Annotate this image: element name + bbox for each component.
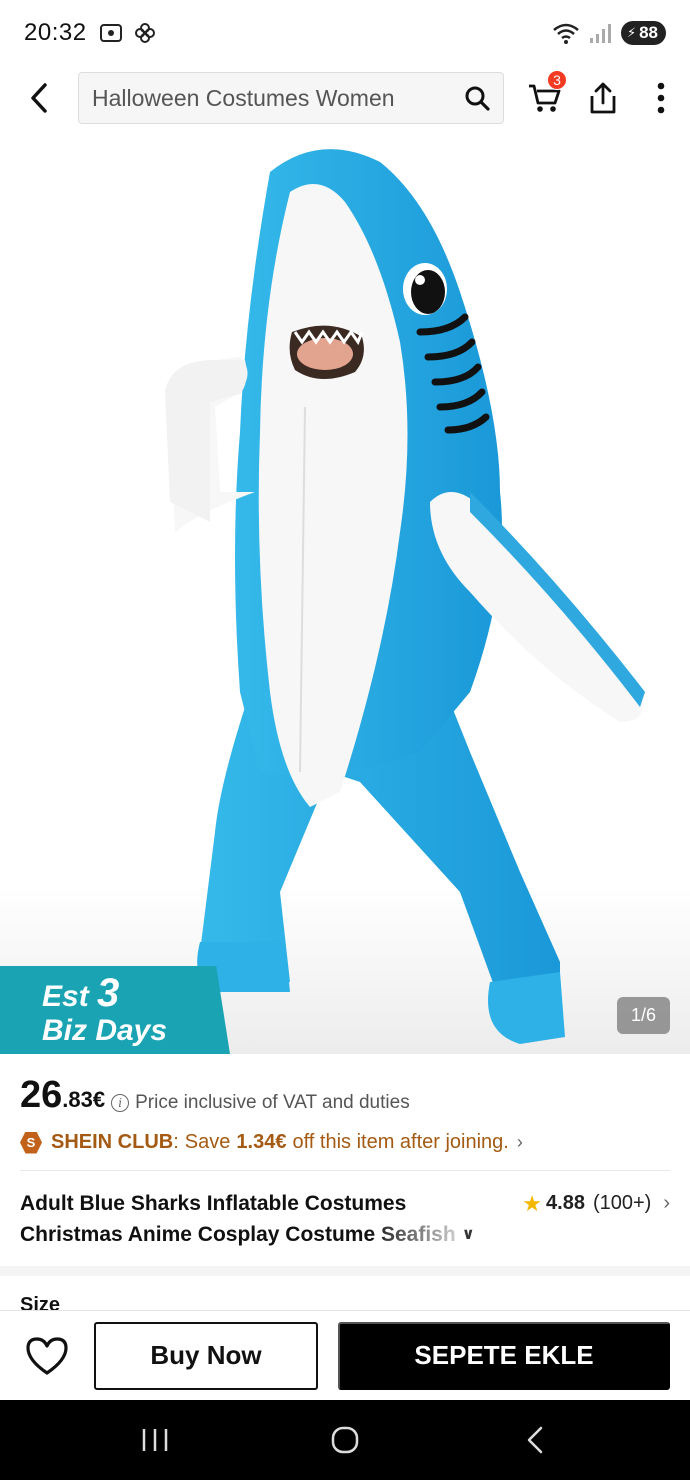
- chevron-down-icon[interactable]: ∨: [462, 1219, 475, 1250]
- search-input[interactable]: Halloween Costumes Women: [78, 72, 504, 124]
- est-suffix: Biz Days: [42, 1014, 168, 1047]
- system-back-icon: [527, 1426, 543, 1454]
- star-icon: ★: [522, 1190, 543, 1216]
- product-title-line1: Adult Blue Sharks Inflatable Costumes: [20, 1192, 407, 1215]
- system-nav-bar: [0, 1400, 690, 1480]
- cart-button[interactable]: 3: [516, 66, 574, 130]
- wishlist-button[interactable]: [20, 1329, 74, 1383]
- image-page-indicator: 1/6: [616, 997, 670, 1034]
- more-button[interactable]: [632, 66, 690, 130]
- est-number: 3: [97, 971, 120, 1015]
- club-name: SHEIN CLUB: [51, 1131, 174, 1153]
- back-icon: [31, 83, 47, 113]
- club-suffix: off this item after joining.: [292, 1131, 509, 1153]
- chevron-right-icon: ›: [663, 1192, 670, 1214]
- share-button[interactable]: [574, 66, 632, 130]
- wifi-icon: [553, 23, 579, 44]
- recent-apps-button[interactable]: [115, 1410, 195, 1470]
- back-button[interactable]: [0, 66, 78, 130]
- screenshot-icon: [99, 24, 122, 42]
- review-count: (100+): [592, 1192, 652, 1214]
- info-icon[interactable]: i: [111, 1094, 130, 1112]
- buy-now-button[interactable]: Buy Now: [94, 1321, 318, 1390]
- product-image[interactable]: Est 3 Biz Days 1/6: [0, 132, 690, 1054]
- add-to-cart-button[interactable]: SEPETE EKLE: [338, 1321, 670, 1390]
- bottom-action-bar: Buy Now SEPETE EKLE: [0, 1310, 690, 1400]
- battery-icon: ⚡ 88: [620, 21, 666, 45]
- price-main: 26: [20, 1074, 63, 1116]
- rating-score: 4.88: [546, 1192, 585, 1214]
- cart-count-badge: 3: [547, 70, 567, 90]
- status-bar: 20:32 ⚡ 88: [0, 0, 690, 66]
- shein-club-icon: S: [20, 1131, 42, 1154]
- search-icon[interactable]: [463, 84, 491, 112]
- price-section: 26 .83€ i Price inclusive of VAT and dut…: [0, 1054, 690, 1154]
- delivery-estimate-badge: Est 3 Biz Days: [0, 966, 230, 1054]
- shark-costume-image: [165, 149, 645, 1044]
- search-text[interactable]: Halloween Costumes Women: [92, 85, 463, 112]
- club-save-amount: 1.34€: [236, 1131, 287, 1153]
- product-title-section: Adult Blue Sharks Inflatable Costumes Ch…: [20, 1188, 670, 1250]
- section-separator: [0, 1266, 690, 1276]
- signal-icon: [589, 24, 611, 43]
- divider: [20, 1170, 670, 1171]
- product-title[interactable]: Adult Blue Sharks Inflatable Costumes Ch…: [20, 1188, 490, 1250]
- product-title-line2: Christmas Anime Cosplay Costume Seafish: [20, 1219, 456, 1250]
- rating[interactable]: ★ 4.88 (100+) ›: [522, 1188, 670, 1219]
- pinwheel-icon: [134, 23, 155, 43]
- more-vertical-icon: [657, 82, 665, 114]
- heart-icon: [26, 1336, 68, 1375]
- chevron-right-icon: ›: [516, 1132, 523, 1152]
- status-time: 20:32: [24, 19, 87, 46]
- system-back-button[interactable]: [495, 1410, 575, 1470]
- price-note: Price inclusive of VAT and duties: [135, 1092, 410, 1113]
- battery-level: 88: [639, 23, 658, 42]
- price-cents: .83€: [62, 1087, 106, 1112]
- top-nav: Halloween Costumes Women 3: [0, 66, 690, 130]
- club-colon: :: [173, 1131, 179, 1153]
- share-icon: [590, 82, 616, 114]
- club-save-prefix: Save: [184, 1131, 231, 1153]
- recent-apps-icon: [142, 1429, 168, 1451]
- shein-club-promo[interactable]: S SHEIN CLUB: Save 1.34€ off this item a…: [20, 1131, 670, 1154]
- home-icon: [331, 1426, 359, 1454]
- est-prefix: Est: [42, 980, 89, 1013]
- home-button[interactable]: [305, 1410, 385, 1470]
